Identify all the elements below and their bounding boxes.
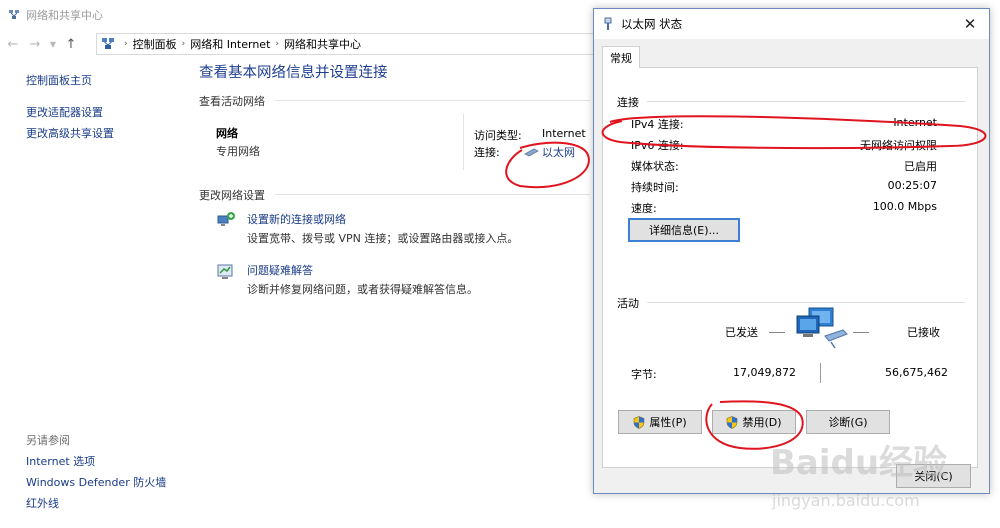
bytes-received-value: 56,675,462 [885,366,948,379]
breadcrumb-separator: › [275,39,280,49]
baidu-jingyan-watermark: Baidu经验 jingyan.baidu.com [770,443,947,510]
up-arrow-icon[interactable]: ↑ [62,35,80,53]
troubleshoot-link[interactable]: 问题疑难解答 [247,262,313,278]
internet-options-link[interactable]: Internet 选项 [26,453,95,469]
control-panel-icon [102,38,114,49]
divider [275,194,590,195]
ethernet-plug-icon [604,17,612,30]
tab-panel: 连接 IPv4 连接: Internet IPv6 连接: 无网络访问权限 媒体… [602,67,978,468]
breadcrumb-separator: › [124,39,128,49]
divider [647,302,965,303]
see-also-heading: 另请参阅 [26,434,70,447]
divider [647,101,965,102]
ethernet-status-dialog: 以太网 状态 ✕ 常规 连接 IPv4 连接: Internet IPv6 连接… [593,8,990,494]
tab-general[interactable]: 常规 [602,46,640,68]
breadcrumb-sharing-center[interactable]: 网络和共享中心 [284,36,361,52]
breadcrumb-separator: › [181,39,186,49]
ipv6-label: IPv6 连接: [631,139,684,152]
ipv4-label: IPv4 连接: [631,118,684,131]
disable-button[interactable]: 禁用(D) [712,410,796,434]
back-arrow-icon[interactable]: ← [4,35,22,53]
ethernet-link-text: 以太网 [542,146,575,159]
divider [463,114,464,170]
control-panel-home-link[interactable]: 控制面板主页 [26,72,92,88]
bytes-label: 字节: [631,368,657,381]
watermark-brand: Baidu经验 [770,443,947,483]
change-adapter-settings-link[interactable]: 更改适配器设置 [26,104,103,120]
dialog-titlebar[interactable]: 以太网 状态 ✕ [594,9,989,39]
access-type-value: Internet [542,127,586,140]
duration-value: 00:25:07 [887,179,937,192]
activity-group-label: 活动 [617,297,639,310]
network-type: 专用网络 [216,145,260,158]
dialog-title: 以太网 状态 [621,17,683,31]
new-connection-icon [217,212,235,226]
connection-group-label: 连接 [617,96,639,109]
troubleshoot-description: 诊断并修复网络问题，或者获得疑难解答信息。 [247,283,478,296]
change-settings-heading: 更改网络设置 [199,189,265,202]
divider [820,363,821,383]
media-state-value: 已启用 [904,160,937,173]
disable-button-label: 禁用(D) [742,416,782,429]
media-state-label: 媒体状态: [631,160,679,173]
defender-firewall-link[interactable]: Windows Defender 防火墙 [26,474,166,490]
sent-label: 已发送 [725,326,758,339]
setup-connection-link[interactable]: 设置新的连接或网络 [247,211,346,227]
troubleshoot-icon [217,264,233,279]
received-label: 已接收 [907,326,940,339]
bytes-sent-value: 17,049,872 [733,366,796,379]
forward-arrow-icon[interactable]: → [26,35,44,53]
breadcrumb-control-panel[interactable]: 控制面板 [133,36,177,52]
network-center-icon [9,10,19,19]
sent-dash [769,332,785,333]
close-icon[interactable]: ✕ [961,15,979,33]
speed-label: 速度: [631,202,657,215]
properties-button-label: 属性(P) [649,416,687,429]
details-button[interactable]: 详细信息(E)... [628,218,740,242]
watermark-url: jingyan.baidu.com [771,491,920,510]
ethernet-connection-link[interactable]: 以太网 [524,144,575,160]
connection-label: 连接: [474,146,500,159]
properties-button[interactable]: 属性(P) [618,410,702,434]
recent-dropdown-icon[interactable]: ▼ [48,35,58,53]
ipv4-value: Internet [893,116,937,129]
page-title: 查看基本网络信息并设置连接 [199,65,388,81]
breadcrumb-network-internet[interactable]: 网络和 Internet [190,36,270,52]
shield-icon [727,415,738,429]
infrared-link[interactable]: 红外线 [26,495,59,511]
active-networks-heading: 查看活动网络 [199,95,265,108]
duration-label: 持续时间: [631,181,679,194]
network-name: 网络 [216,127,238,140]
speed-value: 100.0 Mbps [872,200,937,213]
ethernet-icon [524,148,539,157]
shield-icon [634,415,645,429]
network-activity-icon [796,307,848,349]
ipv6-value: 无网络访问权限 [860,139,937,152]
access-type-label: 访问类型: [474,129,522,142]
divider [275,100,590,101]
advanced-sharing-settings-link[interactable]: 更改高级共享设置 [26,125,114,141]
window-title: 网络和共享中心 [26,9,103,22]
diagnose-button[interactable]: 诊断(G) [806,410,890,434]
address-box[interactable]: › 控制面板 › 网络和 Internet › 网络和共享中心 [96,33,594,55]
setup-connection-description: 设置宽带、拨号或 VPN 连接；或设置路由器或接入点。 [247,232,519,245]
